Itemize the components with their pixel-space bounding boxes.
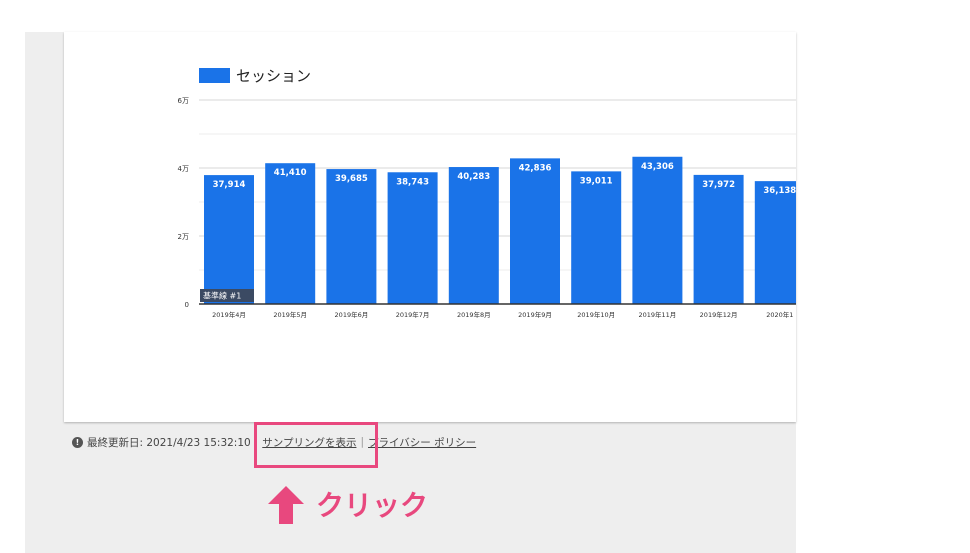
info-icon: ! — [72, 436, 83, 448]
bar — [632, 156, 683, 304]
x-tick-label: 2019年10月 — [577, 310, 615, 319]
legend-swatch — [199, 68, 230, 83]
y-tick-label: 0 — [185, 301, 189, 309]
data-label: 37,914 — [213, 180, 246, 190]
y-tick-label: 4万 — [178, 165, 189, 173]
click-annotation-label: クリック — [316, 489, 429, 522]
data-label: 39,011 — [580, 176, 613, 186]
bar — [204, 175, 254, 304]
report-card: 0 2万 4万 6万 セッション 37,914 2019年4月 41,410 2019年5月 39… — [64, 32, 796, 422]
highlight-box — [254, 422, 378, 468]
data-label: 40,283 — [457, 172, 490, 182]
bar — [387, 172, 438, 304]
x-tick-label: 2019年6月 — [335, 310, 369, 319]
privacy-policy-link[interactable]: プライバシー ポリシー — [368, 435, 476, 450]
bar — [265, 163, 316, 304]
x-tick-label: 2019年9月 — [518, 310, 552, 319]
sessions-bar-chart: 0 2万 4万 6万 セッション 37,914 2019年4月 41,410 2019年5月 39… — [178, 67, 796, 319]
up-arrow-icon — [268, 486, 304, 524]
data-label: 39,685 — [335, 174, 368, 184]
x-tick-label: 2019年5月 — [273, 310, 307, 319]
bar — [510, 158, 560, 304]
bar — [448, 167, 499, 304]
bar — [571, 171, 622, 304]
x-tick-label: 2020年1 — [766, 310, 793, 319]
data-label: 38,743 — [396, 177, 429, 187]
data-label: 42,836 — [519, 163, 552, 173]
bar — [326, 169, 377, 304]
x-tick-label: 2019年4月 — [212, 310, 246, 319]
x-tick-label: 2019年8月 — [457, 310, 491, 319]
y-tick-label: 6万 — [178, 97, 189, 105]
data-label: 37,972 — [702, 180, 735, 190]
data-label: 41,410 — [274, 168, 307, 178]
x-tick-label: 2019年7月 — [396, 310, 430, 319]
legend-label: セッション — [236, 67, 311, 85]
bar — [693, 174, 744, 304]
y-tick-label: 2万 — [178, 233, 189, 241]
data-label: 43,306 — [641, 162, 674, 172]
last-updated-text: 最終更新日: 2021/4/23 15:32:10 — [87, 436, 251, 449]
x-tick-label: 2019年11月 — [638, 310, 676, 319]
x-tick-label: 2019年12月 — [700, 310, 738, 319]
baseline-label: 基準線 #1 — [203, 291, 241, 301]
bar — [754, 181, 796, 304]
data-label: 36,138 — [763, 186, 796, 196]
